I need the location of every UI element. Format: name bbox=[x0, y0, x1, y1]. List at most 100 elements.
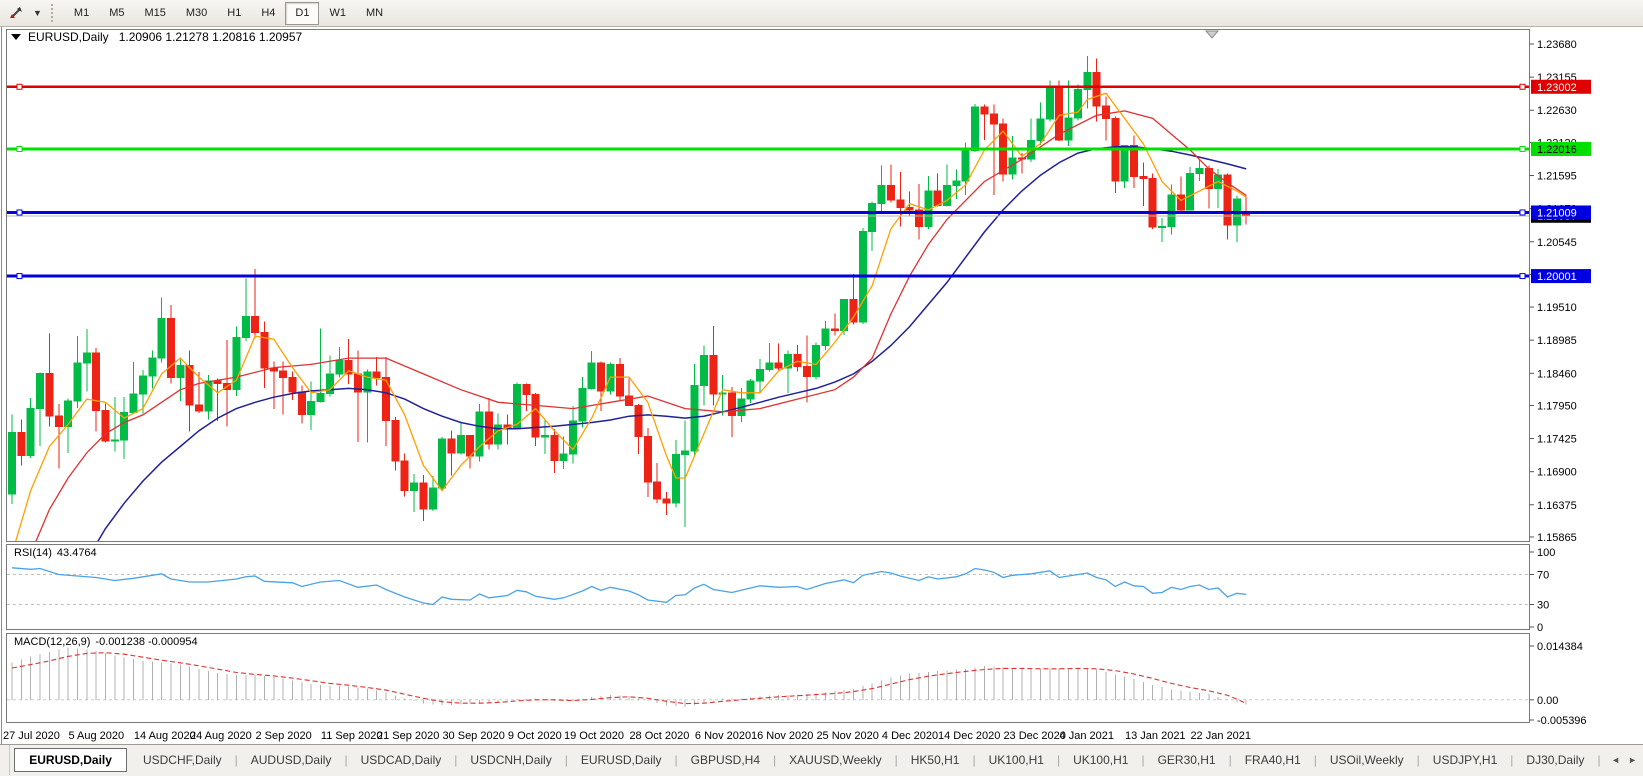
candle-body bbox=[457, 436, 464, 453]
tab-scroll-controls: ◄ ► bbox=[1611, 755, 1643, 765]
tab-usoil-weekly[interactable]: USOil,Weekly bbox=[1318, 749, 1416, 771]
date-label: 16 Nov 2020 bbox=[751, 730, 813, 742]
candle-body bbox=[1074, 89, 1081, 117]
rsi-tick-label: 0 bbox=[1537, 622, 1543, 634]
date-label: 13 Jan 2021 bbox=[1125, 730, 1186, 742]
candle-body bbox=[111, 440, 118, 441]
tab-dj30-daily[interactable]: DJ30,Daily bbox=[1514, 749, 1596, 771]
tab-usdchf-daily[interactable]: USDCHF,Daily bbox=[131, 749, 234, 771]
candle-body bbox=[644, 436, 651, 481]
macd-tick-label: 0.014384 bbox=[1537, 641, 1583, 653]
candle-body bbox=[308, 402, 315, 415]
candle-body bbox=[1149, 178, 1156, 227]
candle-body bbox=[242, 317, 249, 338]
top-toolbar: ▼ M1M5M15M30H1H4D1W1MN bbox=[0, 0, 1643, 27]
macd-tick-label: -0.005396 bbox=[1537, 715, 1587, 727]
candle-body bbox=[757, 369, 764, 380]
timeframe-button-h1[interactable]: H1 bbox=[217, 2, 251, 25]
candle-body bbox=[298, 392, 305, 414]
tab-usdcnh-daily[interactable]: USDCNH,Daily bbox=[458, 749, 563, 771]
tab-audusd-daily[interactable]: AUDUSD,Daily bbox=[239, 749, 344, 771]
timeframe-button-mn[interactable]: MN bbox=[356, 2, 393, 25]
timeframe-button-m30[interactable]: M30 bbox=[176, 2, 217, 25]
candle-body bbox=[336, 361, 343, 374]
candle-body bbox=[448, 439, 455, 453]
line-handle-right bbox=[1520, 146, 1525, 151]
candle-body bbox=[541, 436, 548, 437]
chart-tools-button[interactable] bbox=[4, 2, 28, 25]
tab-uk100-h1[interactable]: UK100,H1 bbox=[1061, 749, 1140, 771]
date-label: 4 Dec 2020 bbox=[882, 730, 938, 742]
main-chart-panel bbox=[7, 30, 1530, 542]
price-tick-label: 1.20545 bbox=[1537, 237, 1577, 249]
candle-body bbox=[794, 354, 801, 366]
candle-body bbox=[317, 393, 324, 401]
tab-scroll-right-icon[interactable]: ► bbox=[1628, 755, 1637, 765]
macd-tick-label: 0.00 bbox=[1537, 695, 1558, 707]
tab-usdcad-daily[interactable]: USDCAD,Daily bbox=[349, 749, 454, 771]
candle-body bbox=[1196, 168, 1203, 173]
chart-title-ohlc: 1.20906 1.21278 1.20816 1.20957 bbox=[119, 30, 303, 44]
level-badge-label: 1.20001 bbox=[1537, 271, 1577, 283]
tab-eurusd-daily[interactable]: EURUSD,Daily bbox=[14, 748, 127, 772]
tab-gbpusd-h4[interactable]: GBPUSD,H4 bbox=[679, 749, 772, 771]
candle-body bbox=[1140, 176, 1147, 178]
date-label: 11 Sep 2020 bbox=[321, 730, 383, 742]
candle-body bbox=[9, 433, 16, 494]
tab-fra40-h1[interactable]: FRA40,H1 bbox=[1233, 749, 1313, 771]
tab-uk100-h1[interactable]: UK100,H1 bbox=[977, 749, 1056, 771]
candle-body bbox=[897, 200, 904, 208]
candle-body bbox=[887, 185, 894, 200]
tab-usdjpy-h1[interactable]: USDJPY,H1 bbox=[1421, 749, 1509, 771]
chart-title-symbol: EURUSD,Daily bbox=[28, 30, 109, 44]
candle-body bbox=[560, 454, 567, 460]
candle-body bbox=[27, 409, 34, 456]
candle-body bbox=[158, 318, 165, 358]
level-badge-label: 1.21009 bbox=[1537, 207, 1577, 219]
line-handle-left bbox=[17, 84, 22, 89]
rsi-tick-label: 70 bbox=[1537, 570, 1549, 582]
price-tick-label: 1.17950 bbox=[1537, 400, 1577, 412]
candle-body bbox=[289, 378, 296, 393]
candle-body bbox=[775, 363, 782, 368]
candle-body bbox=[728, 393, 735, 416]
tab-china300-h1[interactable]: CHINA300,H1 bbox=[1602, 749, 1612, 771]
candle-body bbox=[962, 151, 969, 181]
candle-body bbox=[944, 185, 951, 205]
tab-ger30-h1[interactable]: GER30,H1 bbox=[1146, 749, 1228, 771]
tab-scroll-left-icon[interactable]: ◄ bbox=[1611, 755, 1620, 765]
timeframe-button-m1[interactable]: M1 bbox=[64, 2, 99, 25]
timeframe-button-m5[interactable]: M5 bbox=[99, 2, 134, 25]
chart-tools-dropdown[interactable]: ▼ bbox=[28, 2, 47, 25]
candle-body bbox=[1037, 119, 1044, 140]
toolbar-grip bbox=[51, 4, 58, 22]
candle-body bbox=[869, 204, 876, 232]
timeframe-button-w1[interactable]: W1 bbox=[319, 2, 356, 25]
candle-body bbox=[616, 364, 623, 396]
symbol-tab-bar: EURUSD,DailyUSDCHF,Daily|AUDUSD,Daily|US… bbox=[0, 744, 1643, 775]
tab-bar-spacer bbox=[0, 745, 10, 775]
timeframe-button-h4[interactable]: H4 bbox=[251, 2, 285, 25]
chart-area[interactable]: 1.236801.231551.226301.221201.215951.210… bbox=[0, 27, 1643, 744]
timeframe-button-m15[interactable]: M15 bbox=[134, 2, 175, 25]
timeframe-button-d1[interactable]: D1 bbox=[285, 2, 319, 25]
candle-body bbox=[1159, 226, 1166, 227]
macd-indicator-name: MACD(12,26,9) bbox=[14, 636, 90, 648]
candle-body bbox=[700, 356, 707, 386]
candle-body bbox=[878, 185, 885, 203]
tab-eurusd-daily[interactable]: EURUSD,Daily bbox=[569, 749, 674, 771]
price-tick-label: 1.15865 bbox=[1537, 532, 1577, 544]
line-handle-left bbox=[17, 274, 22, 279]
candle-body bbox=[850, 299, 857, 322]
tab-hk50-h1[interactable]: HK50,H1 bbox=[899, 749, 972, 771]
candle-body bbox=[420, 483, 427, 509]
candle-body bbox=[635, 405, 642, 436]
chart-tools-icon bbox=[8, 5, 24, 21]
candle-body bbox=[1102, 106, 1109, 119]
date-label: 30 Sep 2020 bbox=[442, 730, 504, 742]
tab-xauusd-weekly[interactable]: XAUUSD,Weekly bbox=[777, 749, 893, 771]
candle-body bbox=[598, 363, 605, 391]
candle-body bbox=[74, 363, 81, 401]
candle-body bbox=[55, 416, 62, 426]
timeframe-button-group: M1M5M15M30H1H4D1W1MN bbox=[64, 2, 393, 25]
